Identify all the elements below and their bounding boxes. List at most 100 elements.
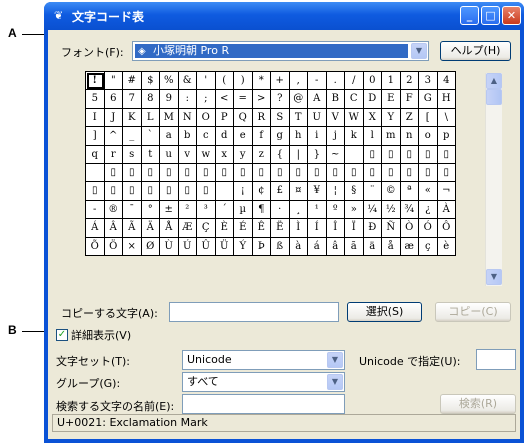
char-cell[interactable]: ▯ [437,163,456,183]
char-cell[interactable]: ▯ [271,163,290,183]
char-cell[interactable]: ▯ [141,163,160,183]
char-cell[interactable]: ` [141,127,160,146]
char-cell[interactable]: . [326,72,345,91]
char-cell[interactable]: < [215,90,234,109]
char-cell[interactable]: } [308,145,327,164]
char-cell[interactable]: ¦ [326,182,345,201]
char-cell[interactable]: ] [86,127,105,146]
char-cell[interactable]: ▯ [104,163,123,183]
titlebar[interactable]: ❦ 文字コード表 _ □ ✕ [44,2,524,30]
char-cell[interactable]: ¶ [252,200,271,220]
char-cell[interactable]: * [252,72,271,91]
char-cell[interactable]: § [345,182,364,201]
char-cell[interactable]: ¹ [308,200,327,220]
char-cell[interactable]: j [326,127,345,146]
char-cell[interactable]: 0 [363,72,382,91]
char-cell[interactable]: p [437,127,456,146]
char-cell[interactable]: @ [289,90,308,109]
char-cell[interactable]: , [289,72,308,91]
char-cell[interactable]: ▯ [326,163,345,183]
char-cell[interactable]: Ð [363,219,382,238]
char-cell[interactable]: ~ [326,145,345,164]
char-cell[interactable]: ® [104,200,123,220]
char-cell[interactable]: 8 [141,90,160,109]
char-cell[interactable]: V [326,108,345,128]
char-cell[interactable]: n [400,127,419,146]
char-cell[interactable]: » [345,200,364,220]
char-cell[interactable]: w [197,145,216,164]
char-cell[interactable]: Ì [289,219,308,238]
char-cell[interactable]: Ù [160,237,179,256]
char-cell[interactable]: ▯ [104,182,123,201]
char-cell[interactable]: ( [215,72,234,91]
char-cell[interactable]: © [382,182,401,201]
char-cell[interactable]: ¨ [363,182,382,201]
char-cell[interactable]: z [252,145,271,164]
char-cell[interactable]: ▯ [400,145,419,164]
char-cell[interactable]: k [345,127,364,146]
char-cell[interactable]: c [197,127,216,146]
char-cell[interactable]: è [437,237,456,256]
char-cell[interactable]: M [160,108,179,128]
char-cell[interactable]: ▯ [419,163,438,183]
char-cell[interactable]: G [419,90,438,109]
char-cell[interactable]: µ [234,200,253,220]
character-grid[interactable]: ! " # $% & '() * +, -./0 1 2 3 4 5 6 7 8 9:; < = >? @ A B C D E F G H… [85,71,456,256]
char-cell[interactable]: l [363,127,382,146]
maximize-button[interactable]: □ [481,6,500,25]
char-cell[interactable]: W [345,108,364,128]
char-cell[interactable]: ▯ [123,163,142,183]
char-cell[interactable]: Â [104,219,123,238]
char-cell[interactable]: ¥ [308,182,327,201]
char-cell[interactable]: Ñ [382,219,401,238]
char-cell[interactable]: s [123,145,142,164]
char-cell[interactable]: f [252,127,271,146]
char-cell[interactable]: È [215,219,234,238]
char-cell[interactable]: Ý [234,237,253,256]
char-cell[interactable]: b [178,127,197,146]
char-cell[interactable]: Û [197,237,216,256]
char-cell[interactable]: g [271,127,290,146]
char-cell[interactable]: Ï [345,219,364,238]
char-cell[interactable]: " [104,72,123,91]
char-cell[interactable]: ² [178,200,197,220]
char-cell[interactable]: H [437,90,456,109]
char-cell[interactable]: ´ [215,200,234,220]
char-cell[interactable]: Ô [437,219,456,238]
char-cell[interactable]: R [252,108,271,128]
char-cell[interactable]: e [234,127,253,146]
char-cell[interactable]: Ü [215,237,234,256]
char-cell[interactable]: - [308,72,327,91]
char-cell[interactable]: Í [308,219,327,238]
char-cell[interactable]: a [160,127,179,146]
char-cell[interactable]: K [123,108,142,128]
char-cell[interactable]: Ú [178,237,197,256]
char-cell[interactable]: Z [400,108,419,128]
char-cell[interactable]: Þ [252,237,271,256]
chevron-down-icon[interactable]: ▼ [327,374,343,390]
char-cell[interactable]: ^ [104,127,123,146]
char-cell[interactable]: ã [345,237,364,256]
char-cell[interactable]: ¢ [252,182,271,201]
copy-input[interactable] [169,302,339,322]
char-cell[interactable]: ¼ [363,200,382,220]
char-cell[interactable]: Ó [419,219,438,238]
details-label[interactable]: 詳細表示(V) [71,327,131,343]
char-cell[interactable]: o [419,127,438,146]
char-cell[interactable]: º [326,200,345,220]
char-cell[interactable]: 5 [86,90,105,109]
char-cell[interactable]: J [104,108,123,128]
char-cell[interactable]: × [123,237,142,256]
char-cell[interactable]: Ê [252,219,271,238]
char-cell[interactable]: Ø [141,237,160,256]
char-cell[interactable]: ▯ [123,182,142,201]
char-cell[interactable]: U [308,108,327,128]
char-cell[interactable]: ▯ [252,163,271,183]
char-cell[interactable]: ç [419,237,438,256]
char-cell[interactable]: [ [419,108,438,128]
char-cell[interactable]: ▯ [215,163,234,183]
char-cell[interactable]: ! [86,72,105,91]
search-button[interactable]: 検索(R) [440,394,516,414]
char-cell[interactable]: X [363,108,382,128]
char-cell[interactable]: ▯ [86,182,105,201]
